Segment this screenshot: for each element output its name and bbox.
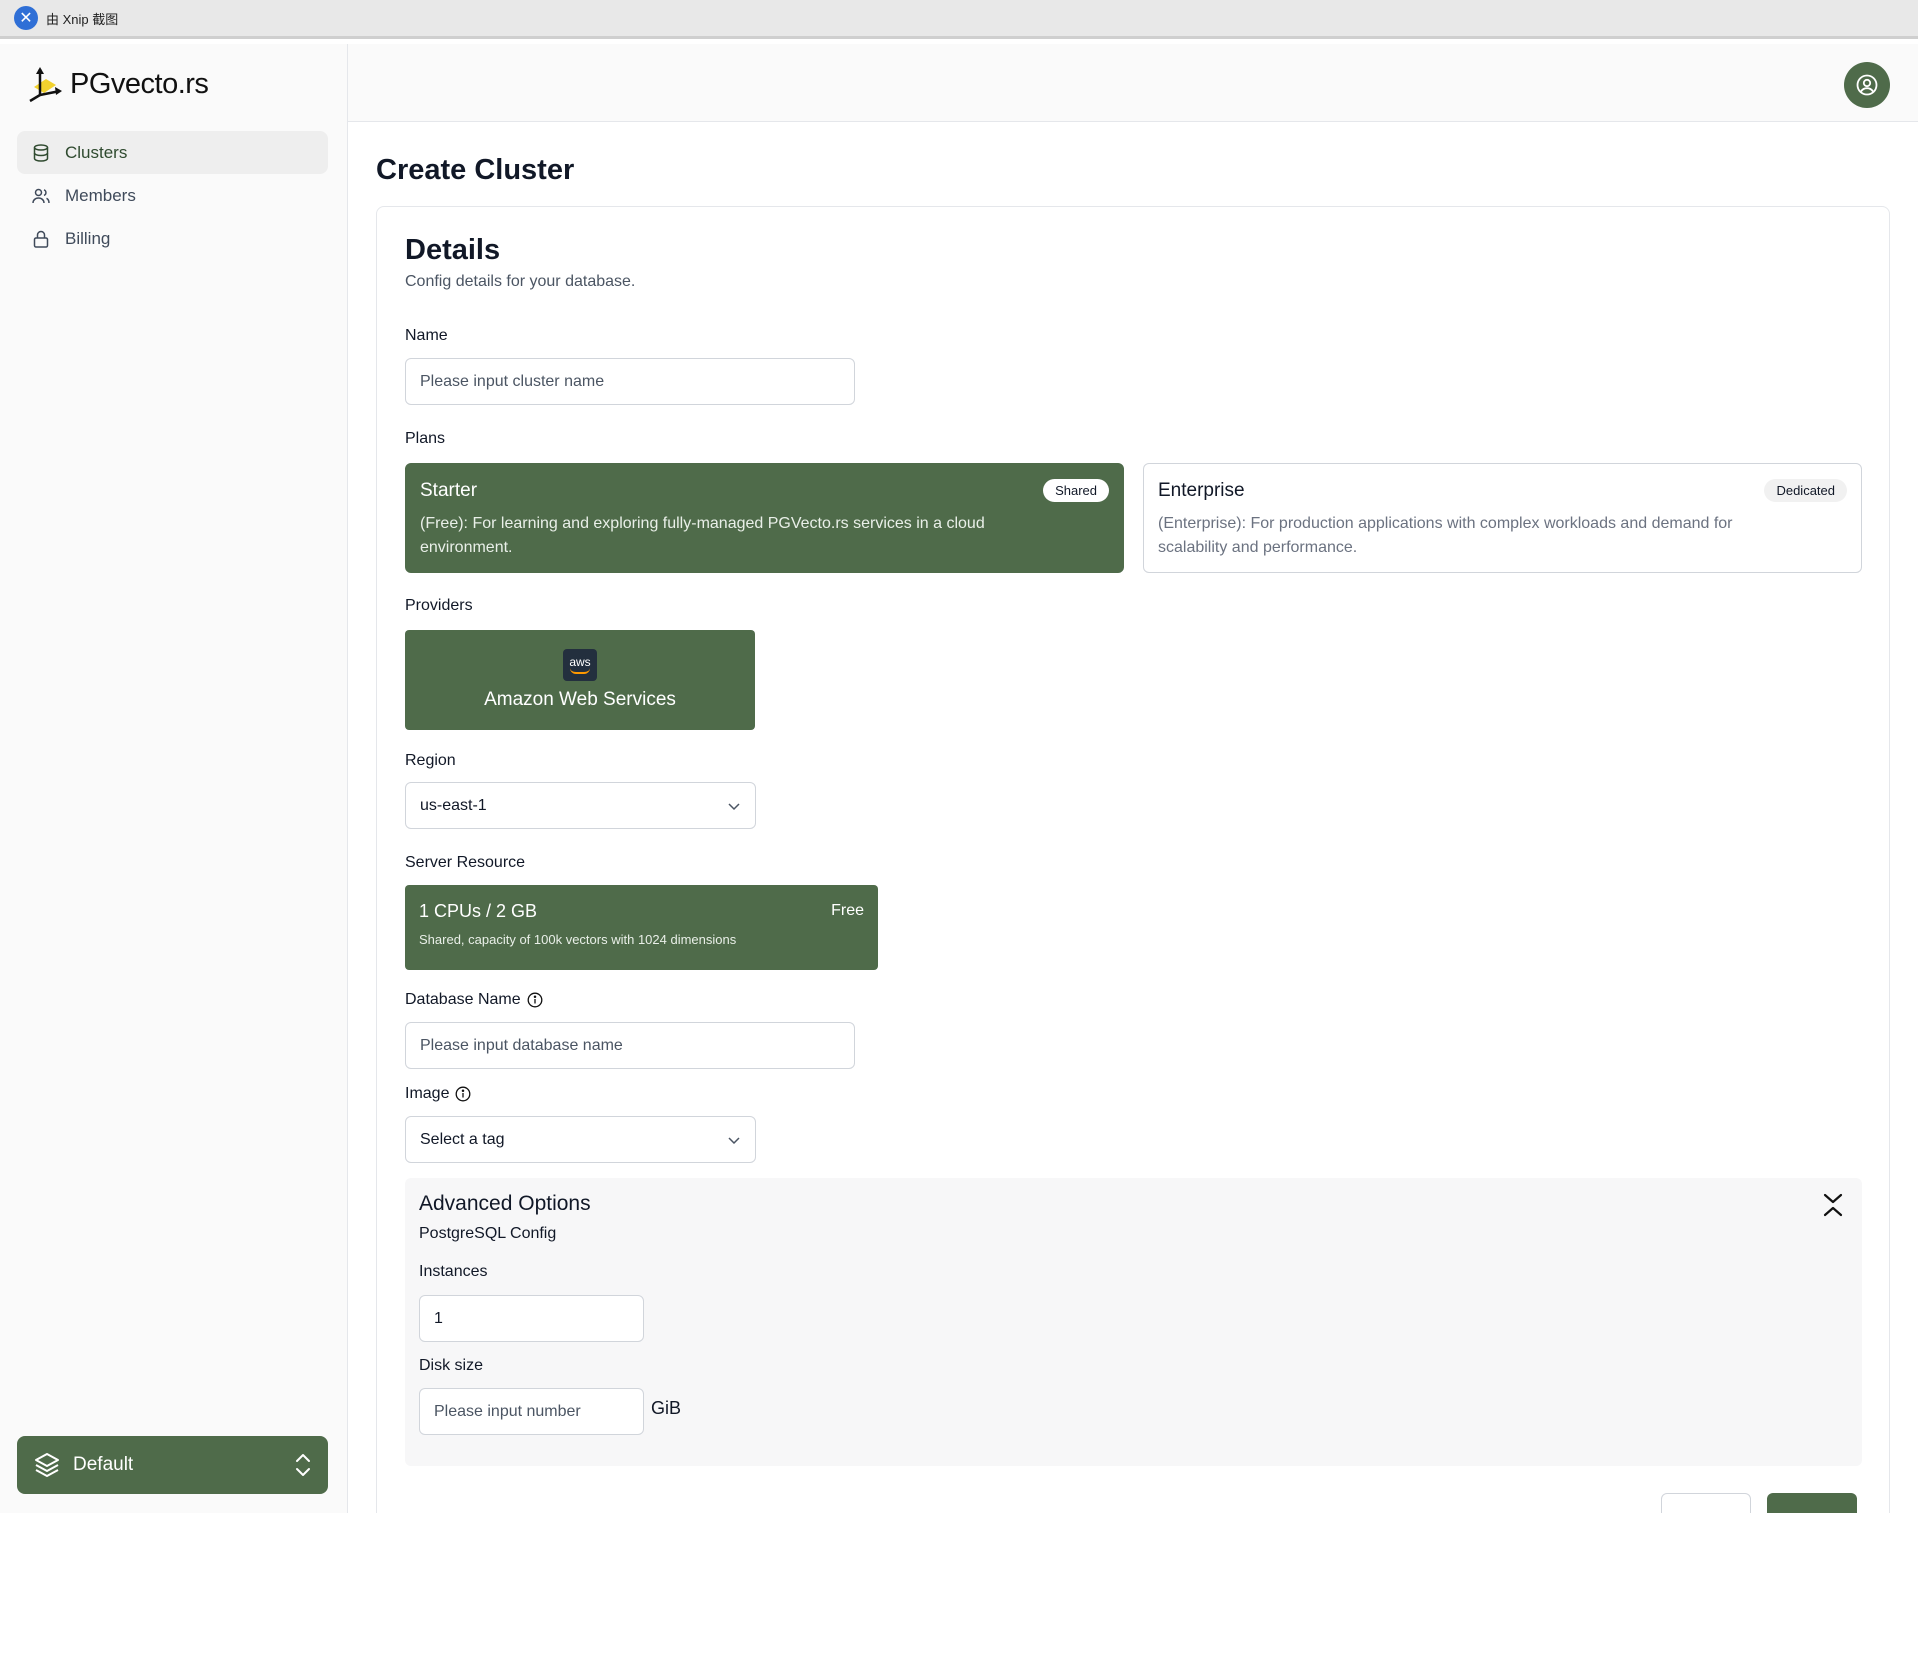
submit-button[interactable]: Submit <box>1767 1493 1857 1513</box>
provider-aws-option[interactable]: aws Amazon Web Services <box>405 630 755 730</box>
xnip-logo-icon: ✕ <box>14 6 38 30</box>
plan-description: (Enterprise): For production application… <box>1158 515 1733 556</box>
image-label-text: Image <box>405 1085 450 1102</box>
chevron-down-icon <box>728 1136 740 1144</box>
chevron-down-icon <box>728 802 740 810</box>
plan-starter-option[interactable]: Starter (Free): For learning and explori… <box>405 463 1124 573</box>
sidebar-item-label: Members <box>65 185 136 205</box>
database-name-label-text: Database Name <box>405 991 521 1008</box>
plan-name: Enterprise <box>1158 480 1245 501</box>
sidebar-item-members[interactable]: Members <box>17 174 328 217</box>
xnip-bar: ✕ 由 Xnip 截图 <box>0 0 1918 39</box>
name-label-text: Name <box>405 327 448 344</box>
instances-input[interactable] <box>419 1295 644 1342</box>
image-tag-select[interactable]: Select a tag <box>405 1116 756 1163</box>
name-label: Name <box>405 327 448 345</box>
cluster-name-input[interactable] <box>405 358 855 405</box>
region-label-text: Region <box>405 752 456 769</box>
server-resource-label: Server Resource <box>405 854 525 872</box>
plan-badge: Shared <box>1043 479 1109 502</box>
sidebar-item-billing[interactable]: Billing <box>17 217 328 260</box>
region-label: Region <box>405 752 456 770</box>
disk-size-label: Disk size <box>419 1357 484 1374</box>
workspace-label: Default <box>73 1454 134 1475</box>
sidebar-item-label: Billing <box>65 228 111 248</box>
image-tag-value: Select a tag <box>420 1130 505 1148</box>
disk-size-input[interactable] <box>419 1388 644 1435</box>
details-description: Config details for your database. <box>405 273 636 290</box>
resource-price: Free <box>831 902 864 919</box>
info-icon[interactable] <box>527 992 543 1008</box>
user-avatar-button[interactable] <box>1844 62 1890 108</box>
plan-description: (Free): For learning and exploring fully… <box>420 515 985 556</box>
providers-label-text: Providers <box>405 597 473 614</box>
server-resource-label-text: Server Resource <box>405 854 526 871</box>
instances-label: Instances <box>419 1263 488 1280</box>
database-icon <box>33 143 49 162</box>
lock-icon <box>33 230 49 248</box>
aws-icon: aws <box>563 649 597 681</box>
plan-badge: Dedicated <box>1764 479 1847 502</box>
plans-label-text: Plans <box>405 430 446 447</box>
page-title: Create Cluster <box>376 154 575 186</box>
resource-description: Shared, capacity of 100k vectors with 10… <box>419 932 737 947</box>
app: PGvecto.rs Clusters Members Billing Defa… <box>0 44 1918 1513</box>
plan-enterprise-option[interactable]: Enterprise (Enterprise): For production … <box>1143 463 1862 573</box>
database-name-label: Database Name <box>405 991 543 1009</box>
region-select[interactable]: us-east-1 <box>405 782 756 829</box>
info-icon[interactable] <box>455 1086 471 1102</box>
postgresql-config-label: PostgreSQL Config <box>419 1225 557 1242</box>
resource-name: 1 CPUs / 2 GB <box>419 901 538 921</box>
details-card: Details Config details for your database… <box>376 206 1890 1513</box>
image-label: Image <box>405 1085 471 1103</box>
aws-icon-text: aws <box>569 655 591 669</box>
database-name-input[interactable] <box>405 1022 855 1069</box>
sidebar-nav: Clusters Members Billing <box>17 131 328 260</box>
provider-label: Amazon Web Services <box>484 689 676 710</box>
xnip-label: 由 Xnip 截图 <box>46 11 119 27</box>
sidebar-item-clusters[interactable]: Clusters <box>17 131 328 174</box>
advanced-options-panel: Advanced Options PostgreSQL Config Insta… <box>405 1178 1862 1466</box>
region-value: us-east-1 <box>420 796 487 814</box>
plan-name: Starter <box>420 480 478 501</box>
workspace-switcher[interactable]: Default <box>17 1436 328 1494</box>
advanced-options-title: Advanced Options <box>419 1192 591 1215</box>
layers-icon <box>35 1453 59 1477</box>
brand-name: PGvecto.rs <box>70 67 209 100</box>
users-icon <box>32 188 50 203</box>
providers-label: Providers <box>405 597 473 615</box>
sidebar: PGvecto.rs Clusters Members Billing Defa… <box>0 44 348 1513</box>
plans-label: Plans <box>405 430 445 448</box>
top-bar <box>348 44 1918 122</box>
collapse-icon[interactable] <box>1820 1190 1846 1220</box>
server-resource-option[interactable]: 1 CPUs / 2 GB Shared, capacity of 100k v… <box>405 885 878 970</box>
pgvectors-logo-icon <box>29 67 62 103</box>
chevron-up-down-icon <box>296 1454 310 1476</box>
disk-size-unit: GiB <box>651 1398 682 1418</box>
details-title: Details <box>405 234 501 266</box>
sidebar-item-label: Clusters <box>65 142 128 162</box>
brand-logo[interactable]: PGvecto.rs <box>26 64 209 104</box>
cancel-button[interactable]: Cancel <box>1661 1493 1751 1513</box>
user-circle-icon <box>1856 74 1878 96</box>
